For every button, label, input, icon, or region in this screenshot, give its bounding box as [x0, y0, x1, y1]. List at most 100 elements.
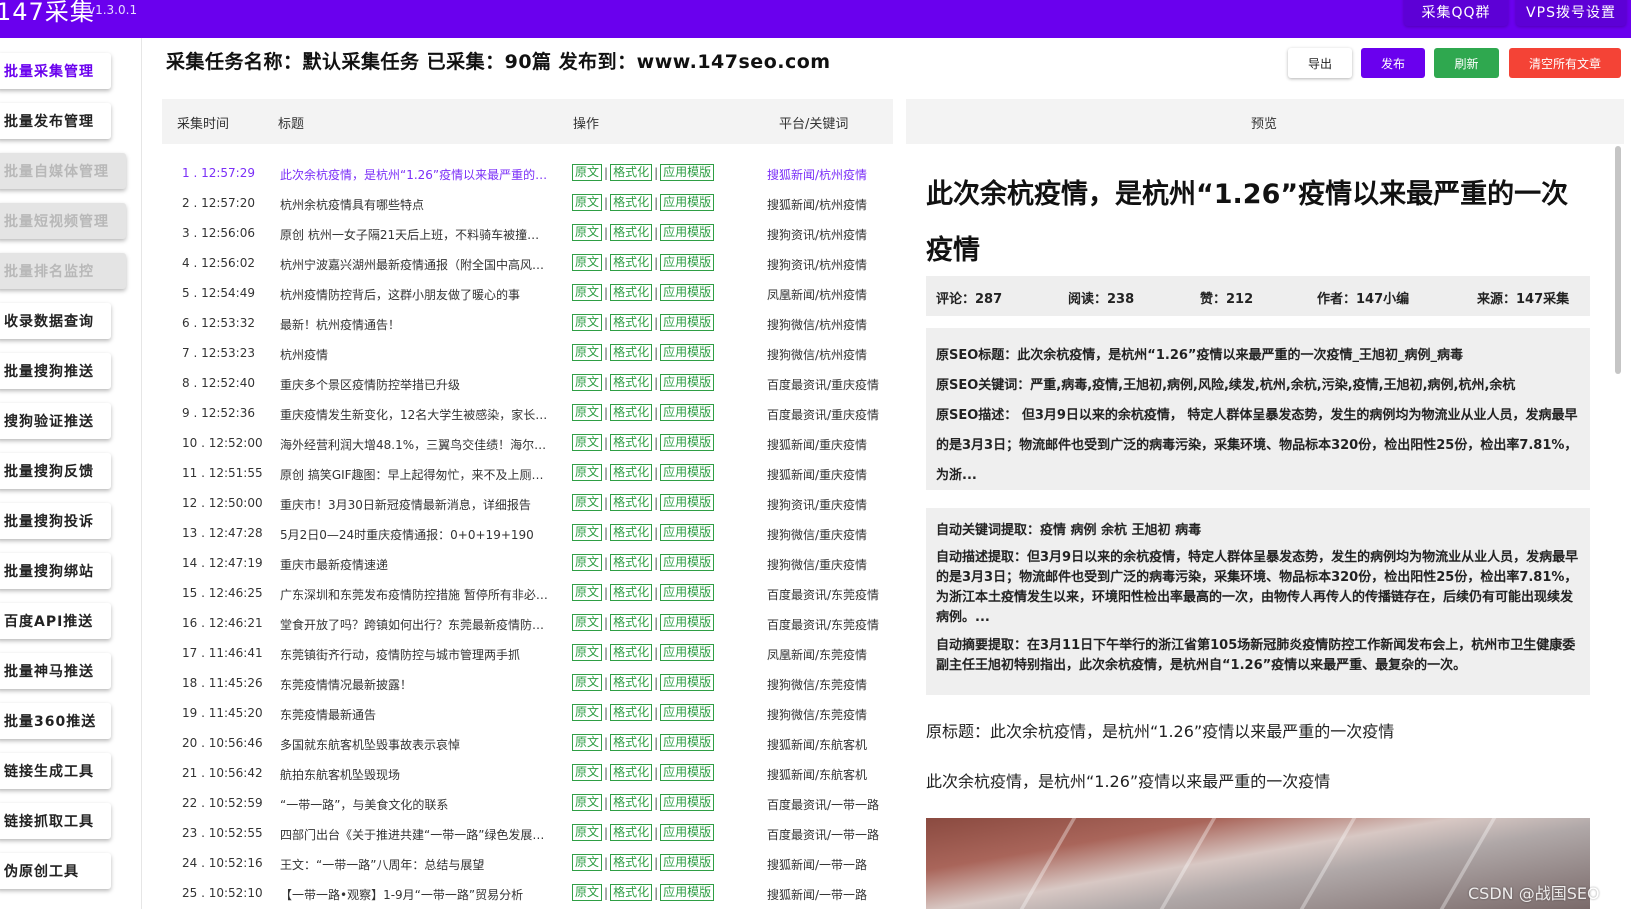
row-title[interactable]: 广东深圳和东莞发布疫情防控措施 暂停所有非必… — [280, 586, 550, 603]
table-row[interactable]: 1 . 12:57:29 此次余杭疫情，是杭州“1.26”疫情以来最严重的… 原文 |… — [162, 157, 893, 187]
format-button[interactable]: 格式化 — [610, 854, 653, 871]
apply-template-button[interactable]: 应用模版 — [660, 314, 715, 331]
table-row[interactable]: 11 . 12:51:55 原创 搞笑GIF趣图：早上起得匆忙，来不及上厕… 原文 |… — [162, 457, 893, 487]
original-button[interactable]: 原文 — [572, 674, 603, 691]
original-button[interactable]: 原文 — [572, 494, 603, 511]
format-button[interactable]: 格式化 — [610, 674, 653, 691]
sidebar-item[interactable]: 链接抓取工具 — [0, 803, 111, 839]
format-button[interactable]: 格式化 — [610, 584, 653, 601]
row-title[interactable]: 四部门出台《关于推进共建“一带一路”绿色发展… — [280, 826, 550, 843]
row-title[interactable]: 杭州宁波嘉兴湖州最新疫情通报（附全国中高风… — [280, 256, 550, 273]
apply-template-button[interactable]: 应用模版 — [660, 494, 715, 511]
table-row[interactable]: 8 . 12:52:40 重庆多个景区疫情防控举措已升级 原文 | 格式化 | 应用模版 百度… — [162, 367, 893, 397]
original-button[interactable]: 原文 — [572, 194, 603, 211]
sidebar-item[interactable]: 链接生成工具 — [0, 753, 111, 789]
row-title[interactable]: 5月2日0—24时重庆疫情通报：0+0+19+190 — [280, 526, 550, 543]
format-button[interactable]: 格式化 — [610, 884, 653, 901]
original-button[interactable]: 原文 — [572, 284, 603, 301]
sidebar-item[interactable]: 伪原创工具 — [0, 853, 111, 889]
table-row[interactable]: 18 . 11:45:26 东莞疫情情况最新披露！ 原文 | 格式化 | 应用模版 搜狗微信/… — [162, 667, 893, 697]
row-title[interactable]: “一带一路”，与美食文化的联系 — [280, 796, 550, 813]
table-row[interactable]: 23 . 10:52:55 四部门出台《关于推进共建“一带一路”绿色发展… 原文 | 格… — [162, 817, 893, 847]
format-button[interactable]: 格式化 — [610, 314, 653, 331]
format-button[interactable]: 格式化 — [610, 344, 653, 361]
scrollbar-thumb[interactable] — [1615, 146, 1621, 374]
sidebar-item[interactable]: 批量搜狗绑站 — [0, 553, 111, 589]
apply-template-button[interactable]: 应用模版 — [660, 644, 715, 661]
sidebar-item[interactable]: 批量排名监控 — [0, 253, 126, 289]
table-row[interactable]: 12 . 12:50:00 重庆市！3月30日新冠疫情最新消息，详细报告 原文 | 格式… — [162, 487, 893, 517]
apply-template-button[interactable]: 应用模版 — [660, 194, 715, 211]
table-row[interactable]: 6 . 12:53:32 最新！杭州疫情通告！ 原文 | 格式化 | 应用模版 搜狗微信/杭州… — [162, 307, 893, 337]
original-button[interactable]: 原文 — [572, 344, 603, 361]
apply-template-button[interactable]: 应用模版 — [660, 794, 715, 811]
publish-button[interactable]: 发布 — [1361, 48, 1425, 78]
original-button[interactable]: 原文 — [572, 734, 603, 751]
format-button[interactable]: 格式化 — [610, 554, 653, 571]
original-button[interactable]: 原文 — [572, 764, 603, 781]
apply-template-button[interactable]: 应用模版 — [660, 734, 715, 751]
apply-template-button[interactable]: 应用模版 — [660, 764, 715, 781]
apply-template-button[interactable]: 应用模版 — [660, 344, 715, 361]
table-row[interactable]: 17 . 11:46:41 东莞镇街齐行动，疫情防控与城市管理两手抓 原文 | 格式化 |… — [162, 637, 893, 667]
table-row[interactable]: 20 . 10:56:46 多国就东航客机坠毁事故表示哀悼 原文 | 格式化 | 应用模版搜… — [162, 727, 893, 757]
format-button[interactable]: 格式化 — [610, 404, 653, 421]
sidebar-item[interactable]: 批量神马推送 — [0, 653, 111, 689]
sidebar-item[interactable]: 批量自媒体管理 — [0, 153, 126, 189]
apply-template-button[interactable]: 应用模版 — [660, 224, 715, 241]
qq-group-button[interactable]: 采集QQ群 — [1404, 0, 1508, 26]
apply-template-button[interactable]: 应用模版 — [660, 824, 715, 841]
format-button[interactable]: 格式化 — [610, 434, 653, 451]
apply-template-button[interactable]: 应用模版 — [660, 674, 715, 691]
table-row[interactable]: 10 . 12:52:00 海外经营利润大增48.1%，三翼鸟交佳绩！海尔… 原文 |… — [162, 427, 893, 457]
row-title[interactable]: 重庆疫情发生新变化，12名大学生被感染，家长… — [280, 406, 550, 423]
table-row[interactable]: 24 . 10:52:16 王文：“一带一路”八周年：总结与展望 原文 | 格式化 | 应用… — [162, 847, 893, 877]
row-title[interactable]: 多国就东航客机坠毁事故表示哀悼 — [280, 736, 550, 753]
format-button[interactable]: 格式化 — [610, 824, 653, 841]
format-button[interactable]: 格式化 — [610, 644, 653, 661]
row-title[interactable]: 航拍东航客机坠毁现场 — [280, 766, 550, 783]
row-title[interactable]: 重庆市！3月30日新冠疫情最新消息，详细报告 — [280, 496, 550, 513]
row-title[interactable]: 最新！杭州疫情通告！ — [280, 316, 550, 333]
original-button[interactable]: 原文 — [572, 524, 603, 541]
format-button[interactable]: 格式化 — [610, 614, 653, 631]
table-row[interactable]: 22 . 10:52:59 “一带一路”，与美食文化的联系 原文 | 格式化 | 应用模版百… — [162, 787, 893, 817]
row-title[interactable]: 东莞疫情最新通告 — [280, 706, 550, 723]
original-button[interactable]: 原文 — [572, 314, 603, 331]
format-button[interactable]: 格式化 — [610, 284, 653, 301]
apply-template-button[interactable]: 应用模版 — [660, 254, 715, 271]
sidebar-item[interactable]: 收录数据查询 — [0, 303, 111, 339]
row-title[interactable]: 杭州疫情 — [280, 346, 550, 363]
format-button[interactable]: 格式化 — [610, 734, 653, 751]
preview-scrollbar[interactable] — [1613, 146, 1623, 909]
apply-template-button[interactable]: 应用模版 — [660, 374, 715, 391]
apply-template-button[interactable]: 应用模版 — [660, 554, 715, 571]
table-row[interactable]: 13 . 12:47:28 5月2日0—24时重庆疫情通报：0+0+19+190 原… — [162, 517, 893, 547]
apply-template-button[interactable]: 应用模版 — [660, 704, 715, 721]
row-title[interactable]: 原创 杭州一女子隔21天后上班，不料骑车被撞… — [280, 226, 550, 243]
original-button[interactable]: 原文 — [572, 854, 603, 871]
sidebar-item[interactable]: 批量搜狗投诉 — [0, 503, 111, 539]
apply-template-button[interactable]: 应用模版 — [660, 524, 715, 541]
table-row[interactable]: 25 . 10:52:10 【一带一路•观察】1-9月“一带一路”贸易分析 原文 | 格… — [162, 877, 893, 907]
table-row[interactable]: 14 . 12:47:19 重庆市最新疫情速递 原文 | 格式化 | 应用模版 搜狗微信/重庆… — [162, 547, 893, 577]
table-row[interactable]: 3 . 12:56:06 原创 杭州一女子隔21天后上班，不料骑车被撞… 原文 | 格式… — [162, 217, 893, 247]
sidebar-item[interactable]: 批量采集管理 — [0, 53, 111, 89]
apply-template-button[interactable]: 应用模版 — [660, 464, 715, 481]
clear-all-button[interactable]: 清空所有文章 — [1509, 48, 1621, 78]
table-row[interactable]: 19 . 11:45:20 东莞疫情最新通告 原文 | 格式化 | 应用模版 搜狗微信/东莞疫… — [162, 697, 893, 727]
apply-template-button[interactable]: 应用模版 — [660, 404, 715, 421]
row-title[interactable]: 杭州疫情防控背后，这群小朋友做了暖心的事 — [280, 286, 550, 303]
sidebar-item[interactable]: 批量发布管理 — [0, 103, 111, 139]
row-title[interactable]: 堂食开放了吗？跨镇如何出行？东莞最新疫情防… — [280, 616, 550, 633]
original-button[interactable]: 原文 — [572, 704, 603, 721]
table-row[interactable]: 2 . 12:57:20 杭州余杭疫情具有哪些特点 原文 | 格式化 | 应用模版 搜狐新闻/… — [162, 187, 893, 217]
format-button[interactable]: 格式化 — [610, 164, 653, 181]
format-button[interactable]: 格式化 — [610, 374, 653, 391]
apply-template-button[interactable]: 应用模版 — [660, 584, 715, 601]
table-row[interactable]: 4 . 12:56:02 杭州宁波嘉兴湖州最新疫情通报（附全国中高风… 原文 | 格式化… — [162, 247, 893, 277]
sidebar-item[interactable]: 批量搜狗反馈 — [0, 453, 111, 489]
sidebar-item[interactable]: 批量短视频管理 — [0, 203, 126, 239]
row-title[interactable]: 东莞疫情情况最新披露！ — [280, 676, 550, 693]
format-button[interactable]: 格式化 — [610, 524, 653, 541]
